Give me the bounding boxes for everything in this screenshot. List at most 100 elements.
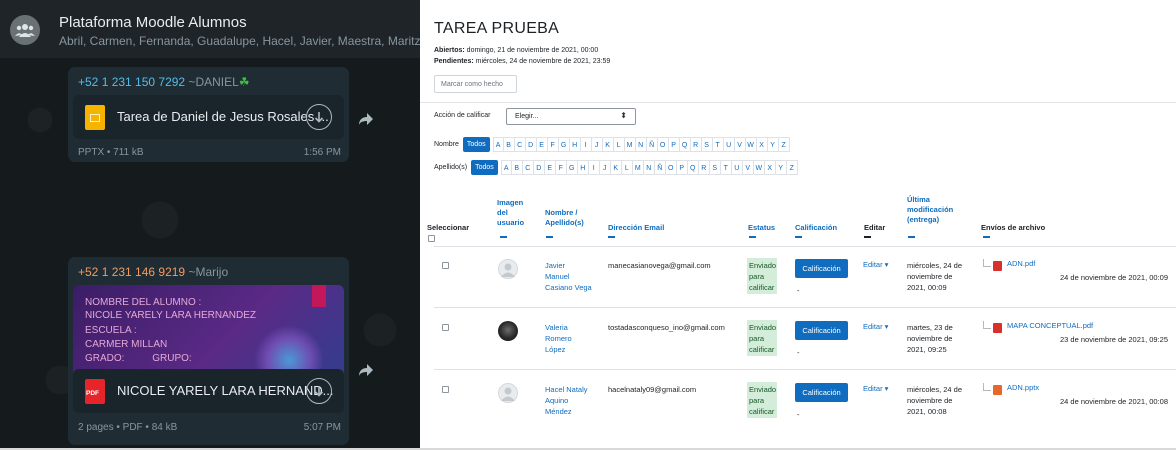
filter-letter-q[interactable]: Q — [687, 160, 699, 175]
filter-letter-x[interactable]: X — [764, 160, 776, 175]
filter-letter-z[interactable]: Z — [786, 160, 798, 175]
submitted-file-link[interactable]: ADN.pptx — [1007, 383, 1039, 392]
filter-letter-i[interactable]: I — [580, 137, 592, 152]
filter-letter-b[interactable]: B — [503, 137, 515, 152]
filter-letter-l[interactable]: L — [621, 160, 633, 175]
filter-letter-j[interactable]: J — [599, 160, 611, 175]
filter-letter-h[interactable]: H — [569, 137, 581, 152]
filter-letter-w[interactable]: W — [753, 160, 765, 175]
student-name-link[interactable]: Valeria Romero López — [545, 322, 572, 355]
filter-all-button[interactable]: Todos — [462, 137, 490, 152]
filter-letter-a[interactable]: A — [500, 160, 512, 175]
filter-letter-v[interactable]: V — [742, 160, 754, 175]
filter-letter-a[interactable]: A — [492, 137, 504, 152]
sort-icon[interactable] — [795, 236, 802, 238]
column-header-image[interactable]: Imagen del usuario — [497, 198, 524, 228]
filter-letter-s[interactable]: S — [701, 137, 713, 152]
filter-letter-p[interactable]: P — [676, 160, 688, 175]
filter-letter-n[interactable]: N — [643, 160, 655, 175]
edit-menu-button[interactable]: Editar ▾ — [863, 322, 888, 331]
filter-letter-g[interactable]: G — [558, 137, 570, 152]
filter-letter-f[interactable]: F — [555, 160, 567, 175]
filter-letter-e[interactable]: E — [544, 160, 556, 175]
grade-button[interactable]: Calificación — [795, 321, 848, 340]
filter-letter-z[interactable]: Z — [778, 137, 790, 152]
filter-letter-u[interactable]: U — [723, 137, 735, 152]
column-header-modified[interactable]: Última modificación (entrega) — [907, 195, 953, 225]
download-button[interactable] — [306, 378, 332, 404]
filter-letter-j[interactable]: J — [591, 137, 603, 152]
group-avatar[interactable] — [10, 15, 40, 45]
filter-letter-f[interactable]: F — [547, 137, 559, 152]
column-header-email[interactable]: Dirección Email — [608, 223, 664, 233]
filter-letter-c[interactable]: C — [514, 137, 526, 152]
download-arrow-icon — [314, 386, 324, 397]
filter-letter-ñ[interactable]: Ñ — [646, 137, 658, 152]
sort-icon[interactable] — [908, 236, 915, 238]
sort-icon[interactable] — [608, 236, 615, 238]
column-header-grade[interactable]: Calificación — [795, 223, 837, 233]
forward-icon[interactable] — [358, 112, 374, 126]
user-avatar-default[interactable] — [498, 383, 518, 403]
filter-letter-d[interactable]: D — [525, 137, 537, 152]
filter-letter-k[interactable]: K — [610, 160, 622, 175]
filter-letter-k[interactable]: K — [602, 137, 614, 152]
submitted-file-link[interactable]: MAPA CONCEPTUAL.pdf — [1007, 321, 1093, 330]
filter-letter-s[interactable]: S — [709, 160, 721, 175]
filter-letter-y[interactable]: Y — [767, 137, 779, 152]
row-checkbox[interactable] — [442, 324, 449, 331]
filter-letter-e[interactable]: E — [536, 137, 548, 152]
filter-letter-r[interactable]: R — [690, 137, 702, 152]
filter-letter-y[interactable]: Y — [775, 160, 787, 175]
sort-icon[interactable] — [500, 236, 507, 238]
grade-action-select[interactable]: Elegir... ⬍ — [506, 108, 636, 125]
filter-letter-t[interactable]: T — [720, 160, 732, 175]
filter-letter-u[interactable]: U — [731, 160, 743, 175]
filter-letter-w[interactable]: W — [745, 137, 757, 152]
column-header-status[interactable]: Estatus — [748, 223, 775, 233]
filter-letter-h[interactable]: H — [577, 160, 589, 175]
filter-letter-n[interactable]: N — [635, 137, 647, 152]
filter-letter-o[interactable]: O — [665, 160, 677, 175]
chat-header[interactable]: Plataforma Moodle Alumnos Abril, Carmen,… — [0, 0, 420, 58]
message-bubble[interactable]: +52 1 231 150 7292 ~DANIEL☘ Tarea de Dan… — [68, 67, 349, 162]
filter-letter-d[interactable]: D — [533, 160, 545, 175]
filter-letter-b[interactable]: B — [511, 160, 523, 175]
filter-letter-ñ[interactable]: Ñ — [654, 160, 666, 175]
row-checkbox[interactable] — [442, 386, 449, 393]
row-checkbox[interactable] — [442, 262, 449, 269]
grade-button[interactable]: Calificación — [795, 383, 848, 402]
download-button[interactable] — [306, 104, 332, 130]
document-attachment[interactable]: PDF NICOLE YARELY LARA HERNAND... — [73, 369, 344, 413]
student-name-link[interactable]: Hacel Nataly Aquino Méndez — [545, 384, 588, 417]
filter-letter-c[interactable]: C — [522, 160, 534, 175]
sort-icon[interactable] — [546, 236, 553, 238]
filter-all-button[interactable]: Todos — [471, 160, 498, 175]
filter-letter-g[interactable]: G — [566, 160, 578, 175]
filter-letter-i[interactable]: I — [588, 160, 600, 175]
forward-icon[interactable] — [358, 363, 374, 377]
user-avatar-default[interactable] — [498, 259, 518, 279]
edit-menu-button[interactable]: Editar ▾ — [863, 384, 888, 393]
student-name-link[interactable]: Javier Manuel Casiano Vega — [545, 260, 592, 293]
submitted-file-link[interactable]: ADN.pdf — [1007, 259, 1035, 268]
filter-letter-o[interactable]: O — [657, 137, 669, 152]
filter-letter-t[interactable]: T — [712, 137, 724, 152]
mark-done-button[interactable]: Marcar como hecho — [434, 75, 517, 93]
filter-letter-r[interactable]: R — [698, 160, 710, 175]
filter-letter-v[interactable]: V — [734, 137, 746, 152]
grade-button[interactable]: Calificación — [795, 259, 848, 278]
select-all-checkbox[interactable] — [428, 235, 435, 242]
filter-letter-q[interactable]: Q — [679, 137, 691, 152]
filter-letter-m[interactable]: M — [624, 137, 636, 152]
sort-icon[interactable] — [749, 236, 756, 238]
filter-letter-m[interactable]: M — [632, 160, 644, 175]
filter-letter-l[interactable]: L — [613, 137, 625, 152]
document-attachment[interactable]: Tarea de Daniel de Jesus Rosales ... — [73, 95, 344, 139]
filter-letter-x[interactable]: X — [756, 137, 768, 152]
user-avatar[interactable] — [498, 321, 518, 341]
message-bubble[interactable]: +52 1 231 146 9219 ~Marijo NOMBRE DEL AL… — [68, 257, 349, 445]
column-header-name[interactable]: Nombre / Apellido(s) — [545, 208, 584, 228]
filter-letter-p[interactable]: P — [668, 137, 680, 152]
edit-menu-button[interactable]: Editar ▾ — [863, 260, 888, 269]
